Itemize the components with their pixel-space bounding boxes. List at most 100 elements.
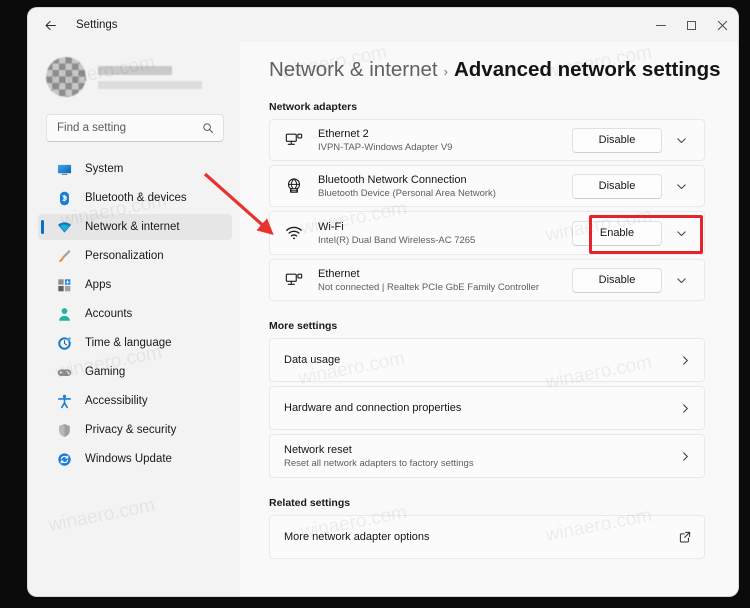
system-icon — [56, 161, 72, 177]
accounts-icon — [56, 306, 72, 322]
setting-title: Data usage — [284, 354, 341, 366]
breadcrumb-parent-link[interactable]: Network & internet — [269, 58, 438, 82]
chevron-down-icon[interactable] — [668, 173, 694, 199]
sidebar-item-label: Accessibility — [85, 395, 148, 407]
setting-row-hardware-connection-properties[interactable]: Hardware and connection properties — [269, 386, 705, 430]
ethernet-icon — [284, 270, 304, 290]
sidebar-item-label: Apps — [85, 279, 112, 291]
chevron-down-icon[interactable] — [668, 127, 694, 153]
privacy-icon — [56, 422, 72, 438]
section-heading-more-settings: More settings — [269, 320, 338, 332]
section-heading-related-settings: Related settings — [269, 497, 351, 509]
setting-title: More network adapter options — [284, 531, 430, 543]
back-arrow-icon — [45, 20, 56, 30]
sidebar-item-apps[interactable]: Apps — [38, 272, 232, 298]
account-tile[interactable] — [28, 42, 240, 100]
sidebar-nav: System Bluetooth & devices Network & int… — [28, 156, 240, 472]
search-container — [28, 100, 240, 142]
adapter-name: Ethernet — [318, 267, 360, 280]
maximize-icon — [687, 20, 696, 30]
sidebar-item-network-internet[interactable]: Network & internet — [38, 214, 232, 240]
section-heading-network-adapters: Network adapters — [269, 101, 358, 113]
chevron-down-icon[interactable] — [668, 220, 694, 246]
sidebar-item-time-language[interactable]: Time & language — [38, 330, 232, 356]
chevron-down-icon[interactable] — [668, 267, 694, 293]
sidebar-item-label: Windows Update — [85, 453, 172, 465]
back-button[interactable] — [34, 10, 66, 40]
search-icon — [202, 122, 214, 134]
sidebar-item-windows-update[interactable]: Windows Update — [38, 446, 232, 472]
setting-title: Network reset — [284, 443, 352, 456]
content-pane: Network & internet › Advanced network se… — [240, 42, 738, 596]
title-bar: Settings — [28, 8, 738, 42]
adapter-toggle-button[interactable]: Disable — [572, 267, 662, 293]
search-box[interactable] — [46, 114, 224, 142]
adapter-toggle-button[interactable]: Disable — [572, 127, 662, 153]
adapter-detail: Bluetooth Device (Personal Area Network) — [318, 187, 496, 199]
sidebar-item-privacy-security[interactable]: Privacy & security — [38, 417, 232, 443]
adapter-detail: Not connected | Realtek PCIe GbE Family … — [318, 281, 540, 293]
adapter-text: Ethernet 2 IVPN-TAP-Windows Adapter V9 — [318, 128, 572, 153]
sidebar-item-label: System — [85, 163, 124, 175]
adapter-row[interactable]: Ethernet Not connected | Realtek PCIe Gb… — [269, 259, 705, 301]
setting-row-more-network-adapter-options[interactable]: More network adapter options — [269, 515, 705, 559]
ethernet-icon — [284, 130, 304, 150]
adapter-row[interactable]: Bluetooth Network Connection Bluetooth D… — [269, 165, 705, 207]
external-link-icon — [679, 531, 694, 543]
time-icon — [56, 335, 72, 351]
sidebar-item-label: Privacy & security — [85, 424, 177, 436]
chevron-right-icon — [680, 403, 694, 414]
adapter-row[interactable]: Ethernet 2 IVPN-TAP-Windows Adapter V9 D… — [269, 119, 705, 161]
accessibility-icon — [56, 393, 72, 409]
chevron-right-icon: › — [443, 64, 448, 79]
setting-text: Network reset Reset all network adapters… — [284, 444, 680, 469]
maximize-button[interactable] — [676, 8, 707, 42]
adapter-text: Ethernet Not connected | Realtek PCIe Gb… — [318, 268, 572, 293]
bluetooth-network-icon — [284, 176, 304, 196]
sidebar-item-personalization[interactable]: Personalization — [38, 243, 232, 269]
sidebar: System Bluetooth & devices — [28, 42, 240, 596]
sidebar-item-accounts[interactable]: Accounts — [38, 301, 232, 327]
breadcrumb: Network & internet › Advanced network se… — [240, 42, 738, 82]
windows-update-icon — [56, 451, 72, 467]
account-email-redacted — [98, 80, 202, 89]
apps-icon — [56, 277, 72, 293]
search-input[interactable] — [47, 122, 187, 134]
sidebar-item-bluetooth-devices[interactable]: Bluetooth & devices — [38, 185, 232, 211]
gaming-icon — [56, 364, 72, 380]
page-title: Advanced network settings — [453, 58, 721, 81]
sidebar-item-label: Accounts — [85, 308, 133, 320]
chevron-right-icon — [680, 355, 694, 366]
adapter-name: Wi-Fi — [318, 220, 344, 233]
network-icon — [56, 219, 72, 235]
app-title: Settings — [76, 19, 118, 31]
adapter-toggle-button[interactable]: Disable — [572, 173, 662, 199]
adapter-name: Bluetooth Network Connection — [318, 173, 467, 186]
more-settings-list: Data usage Hardware and connection prope… — [269, 338, 705, 478]
setting-text: Hardware and connection properties — [284, 402, 680, 414]
account-text — [98, 65, 202, 89]
adapter-detail: Intel(R) Dual Band Wireless-AC 7265 — [318, 234, 476, 246]
chevron-right-icon — [680, 451, 694, 462]
personalization-icon — [56, 248, 72, 264]
wifi-icon — [284, 223, 304, 243]
adapter-name: Ethernet 2 — [318, 127, 369, 140]
setting-row-network-reset[interactable]: Network reset Reset all network adapters… — [269, 434, 705, 478]
sidebar-item-accessibility[interactable]: Accessibility — [38, 388, 232, 414]
close-button[interactable] — [707, 8, 738, 42]
related-settings-list: More network adapter options — [269, 515, 705, 559]
setting-row-data-usage[interactable]: Data usage — [269, 338, 705, 382]
network-adapters-list: Ethernet 2 IVPN-TAP-Windows Adapter V9 D… — [269, 119, 705, 301]
adapter-row-wifi[interactable]: Wi-Fi Intel(R) Dual Band Wireless-AC 726… — [269, 211, 705, 255]
minimize-button[interactable] — [645, 8, 676, 42]
sidebar-item-label: Bluetooth & devices — [85, 192, 187, 204]
sidebar-item-label: Network & internet — [85, 221, 180, 233]
sidebar-item-gaming[interactable]: Gaming — [38, 359, 232, 385]
enable-button[interactable]: Enable — [572, 220, 662, 246]
window-controls — [645, 8, 738, 42]
sidebar-item-label: Gaming — [85, 366, 126, 378]
avatar — [46, 57, 86, 97]
setting-detail: Reset all network adapters to factory se… — [284, 457, 474, 469]
sidebar-item-system[interactable]: System — [38, 156, 232, 182]
setting-text: Data usage — [284, 354, 680, 366]
